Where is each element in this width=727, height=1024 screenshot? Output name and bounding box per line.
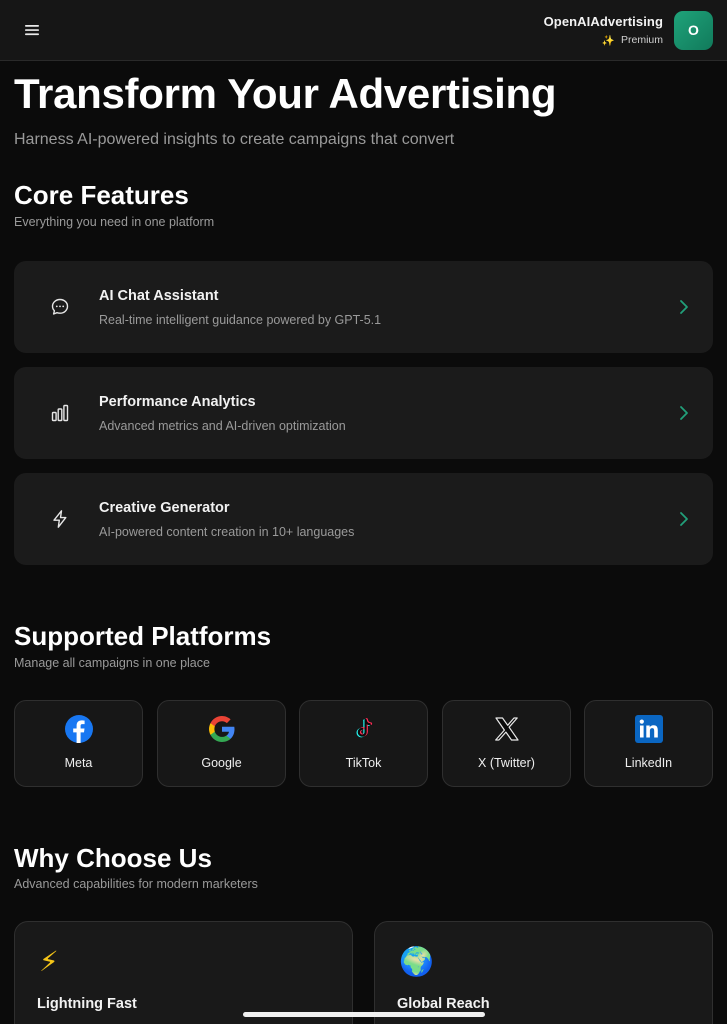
platform-x-twitter[interactable]: X (Twitter) [442, 700, 571, 787]
lightning-icon [53, 510, 67, 528]
platforms-title: Supported Platforms [14, 621, 272, 651]
hamburger-menu-button[interactable] [22, 20, 42, 40]
platform-label: X (Twitter) [478, 756, 535, 770]
brand-block: OpenAIAdvertising ✨ Premium [544, 14, 663, 47]
hero-subtitle: Harness AI-powered insights to create ca… [14, 131, 455, 148]
why-card-title: Global Reach [397, 996, 490, 1012]
core-features-title: Core Features [14, 180, 189, 210]
platform-label: TikTok [345, 756, 382, 770]
feature-title: Performance Analytics [99, 394, 256, 410]
platform-label: Google [201, 756, 242, 770]
why-subtitle: Advanced capabilities for modern markete… [14, 877, 258, 891]
google-icon [208, 716, 234, 742]
meta-facebook-icon [64, 715, 93, 743]
platform-meta[interactable]: Meta [14, 700, 143, 787]
feature-card-creative-generator[interactable]: Creative Generator AI-powered content cr… [14, 473, 713, 565]
sparkles-icon: ✨ [601, 34, 615, 47]
linkedin-icon [634, 715, 663, 743]
feature-title: Creative Generator [99, 500, 230, 516]
feature-description: Advanced metrics and AI-driven optimizat… [99, 419, 346, 433]
feature-card-ai-chat[interactable]: AI Chat Assistant Real-time intelligent … [14, 261, 713, 353]
tier-badge: ✨ Premium [544, 34, 663, 47]
home-indicator[interactable] [243, 1012, 485, 1017]
why-title: Why Choose Us [14, 843, 212, 873]
tiktok-icon [356, 718, 372, 738]
x-twitter-icon [494, 717, 519, 741]
hamburger-icon [25, 25, 39, 36]
feature-description: AI-powered content creation in 10+ langu… [99, 525, 355, 539]
chevron-right-icon [680, 512, 688, 526]
why-card-global-reach: 🌍 Global Reach [374, 921, 713, 1024]
tier-label: Premium [620, 34, 663, 46]
chat-bubble-icon [51, 298, 69, 315]
platforms-subtitle: Manage all campaigns in one place [14, 656, 210, 670]
why-card-title: Lightning Fast [37, 996, 137, 1012]
avatar[interactable]: O [674, 10, 713, 50]
platform-linkedin[interactable]: LinkedIn [584, 700, 713, 787]
platform-google[interactable]: Google [157, 700, 286, 787]
bar-chart-icon [51, 404, 69, 422]
globe-emoji-icon: 🌍 [399, 946, 434, 977]
hero-title: Transform Your Advertising [14, 70, 557, 117]
platform-label: LinkedIn [624, 756, 673, 770]
account-area: OpenAIAdvertising ✨ Premium O [544, 10, 713, 50]
feature-description: Real-time intelligent guidance powered b… [99, 313, 382, 327]
platform-label: Meta [64, 756, 93, 770]
top-bar: OpenAIAdvertising ✨ Premium O [0, 0, 727, 61]
brand-name: OpenAIAdvertising [543, 13, 663, 29]
feature-card-performance-analytics[interactable]: Performance Analytics Advanced metrics a… [14, 367, 713, 459]
why-card-lightning-fast: ⚡ Lightning Fast [14, 921, 353, 1024]
chevron-right-icon [680, 406, 688, 420]
lightning-emoji-icon: ⚡ [39, 946, 59, 977]
core-features-subtitle: Everything you need in one platform [14, 215, 215, 229]
app-screen: OpenAIAdvertising ✨ Premium O Transform … [0, 0, 727, 1024]
platform-tiktok[interactable]: TikTok [299, 700, 428, 787]
chevron-right-icon [680, 300, 688, 314]
feature-title: AI Chat Assistant [99, 288, 219, 304]
